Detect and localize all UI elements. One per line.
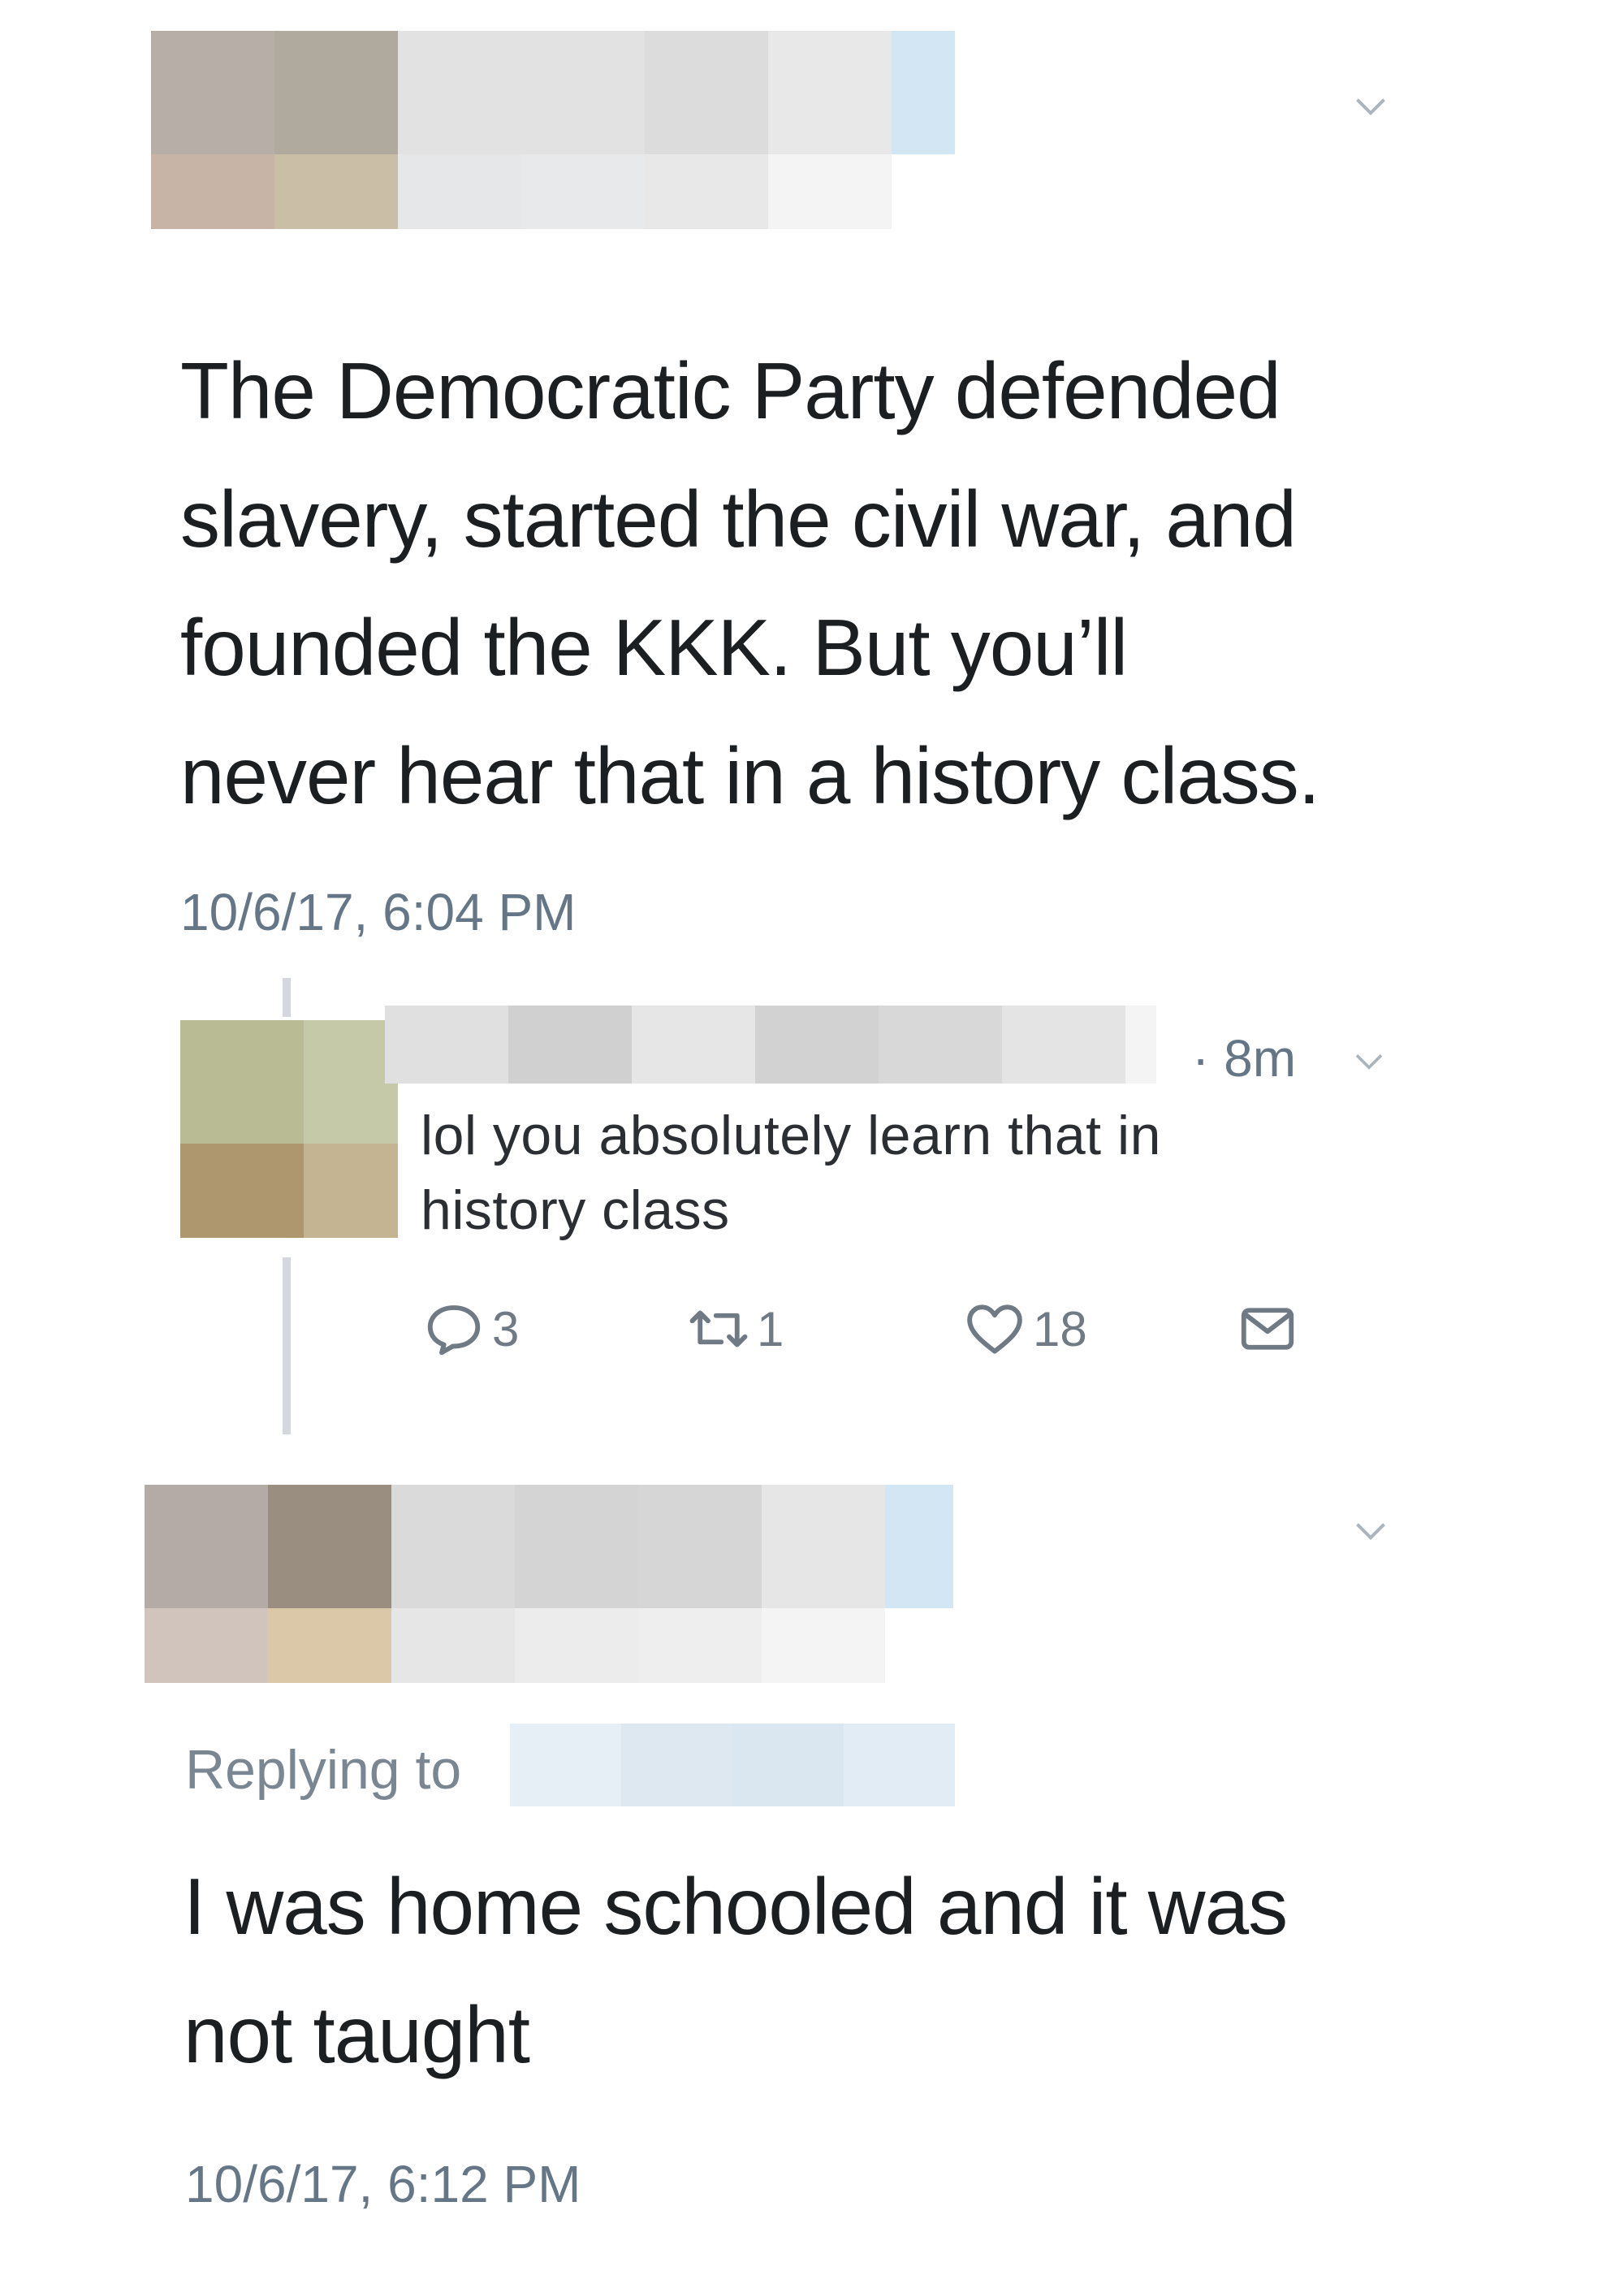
chevron-down-icon[interactable] [1353,1512,1389,1548]
tweet1-line: never hear that in a history class. [180,731,1320,820]
reply-text: lol you absolutely learn that in history… [421,1098,1395,1248]
reply-icon [427,1305,481,1356]
retweet-count: 1 [757,1301,784,1356]
reply-line: lol you absolutely learn that in [421,1105,1161,1166]
thread-line-top [283,978,291,1017]
chevron-down-icon[interactable] [1353,88,1389,123]
tweet2-header-censored [145,1485,953,1683]
mail-icon [1241,1308,1294,1350]
tweet2-line: I was home schooled and it was [184,1862,1288,1951]
thread-line-bottom [283,1257,291,1434]
reply-author-censored [385,1006,1156,1084]
tweet2-text: I was home schooled and it was not taugh… [184,1842,1418,2099]
tweet2-line: not taught [184,1990,530,2079]
tweet2-timestamp[interactable]: 10/6/17, 6:12 PM [185,2154,581,2214]
chevron-down-icon[interactable] [1353,1045,1385,1077]
tweet1-line: The Democratic Party defended [180,346,1281,435]
retweet-button[interactable]: 1 [687,1296,784,1361]
message-button[interactable] [1236,1296,1299,1361]
tweet1-text: The Democratic Party defended slavery, s… [180,327,1415,840]
reply-count: 3 [492,1301,520,1356]
tweet1-timestamp[interactable]: 10/6/17, 6:04 PM [180,882,576,942]
tweet1-line: founded the KKK. But you’ll [180,603,1128,692]
reply-line: history class [421,1179,730,1241]
like-count: 18 [1033,1301,1087,1356]
replying-to-label: Replying to [185,1739,462,1801]
avatar[interactable] [180,1020,398,1238]
tweet1-header-censored [151,31,955,229]
retweet-icon [689,1310,748,1347]
reply-button[interactable]: 3 [422,1296,519,1361]
like-button[interactable]: 18 [963,1296,1087,1361]
reply-time[interactable]: · 8m [1192,1028,1296,1088]
replying-to-handle-censored[interactable] [510,1724,955,1806]
tweet1-line: slavery, started the civil war, and [180,474,1297,564]
heart-icon [967,1304,1022,1354]
